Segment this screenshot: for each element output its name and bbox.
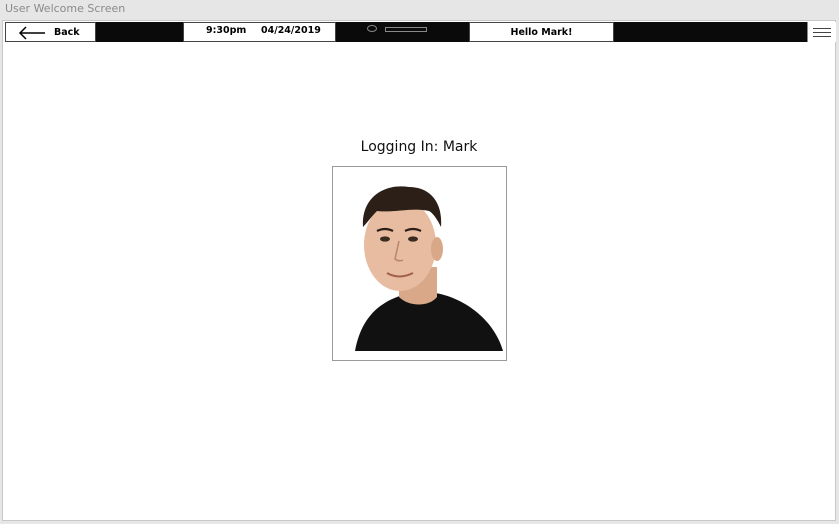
greeting-box: Hello Mark!	[469, 22, 614, 42]
greeting-text: Hello Mark!	[510, 27, 573, 38]
time-text: 9:30pm	[206, 25, 247, 36]
back-label: Back	[54, 27, 80, 38]
left-arrow-icon	[18, 26, 46, 43]
app-frame: Back 9:30pm 04/24/2019 Hello Mark! Loggi…	[2, 20, 836, 521]
date-text: 04/24/2019	[261, 25, 321, 36]
window-title: User Welcome Screen	[5, 2, 126, 15]
back-button[interactable]: Back	[5, 22, 96, 42]
menu-button[interactable]	[807, 22, 836, 42]
top-bar: Back 9:30pm 04/24/2019 Hello Mark!	[5, 22, 836, 42]
status-progress-bar	[385, 27, 427, 32]
datetime-display: 9:30pm 04/24/2019	[183, 22, 336, 42]
status-indicator-circle	[367, 25, 377, 32]
user-avatar-image	[333, 167, 506, 360]
login-title: Logging In: Mark	[360, 139, 478, 155]
user-photo	[332, 166, 507, 361]
